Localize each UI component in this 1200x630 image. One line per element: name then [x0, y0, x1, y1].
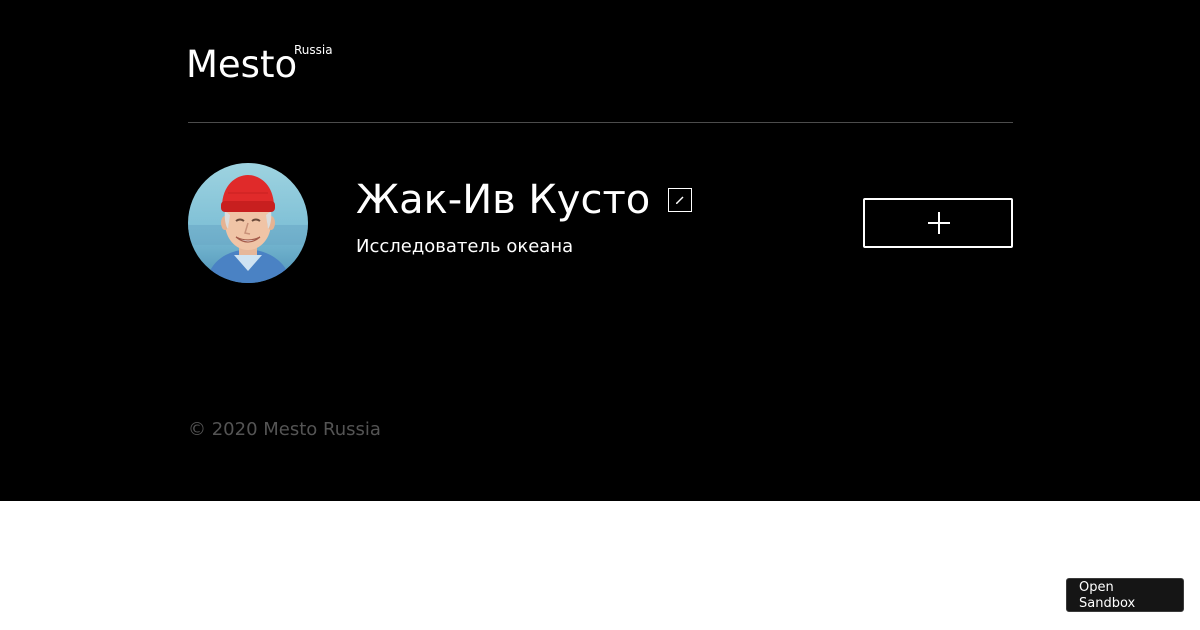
profile-avatar[interactable]	[188, 163, 308, 283]
pencil-icon	[676, 196, 684, 204]
plus-icon	[928, 212, 950, 234]
edit-profile-button[interactable]	[668, 188, 692, 212]
open-sandbox-label-line1: Open	[1079, 580, 1114, 595]
logo[interactable]: Mesto	[186, 43, 297, 87]
open-sandbox-label-line2: Sandbox	[1079, 596, 1136, 611]
header-divider	[188, 122, 1013, 123]
add-card-button[interactable]	[863, 198, 1013, 248]
open-sandbox-button[interactable]: Open Sandbox	[1066, 578, 1184, 612]
profile-name: Жак-Ив Кусто	[356, 177, 651, 223]
header: Mesto Russia	[186, 40, 1013, 122]
logo-region-label: Russia	[294, 43, 333, 57]
footer-copyright: © 2020 Mesto Russia	[188, 419, 381, 440]
page: Mesto Russia Жак-Ив Кусто Исследователь …	[0, 0, 1200, 630]
avatar-portrait-image	[188, 163, 308, 283]
profile-about: Исследователь океана	[356, 236, 574, 257]
